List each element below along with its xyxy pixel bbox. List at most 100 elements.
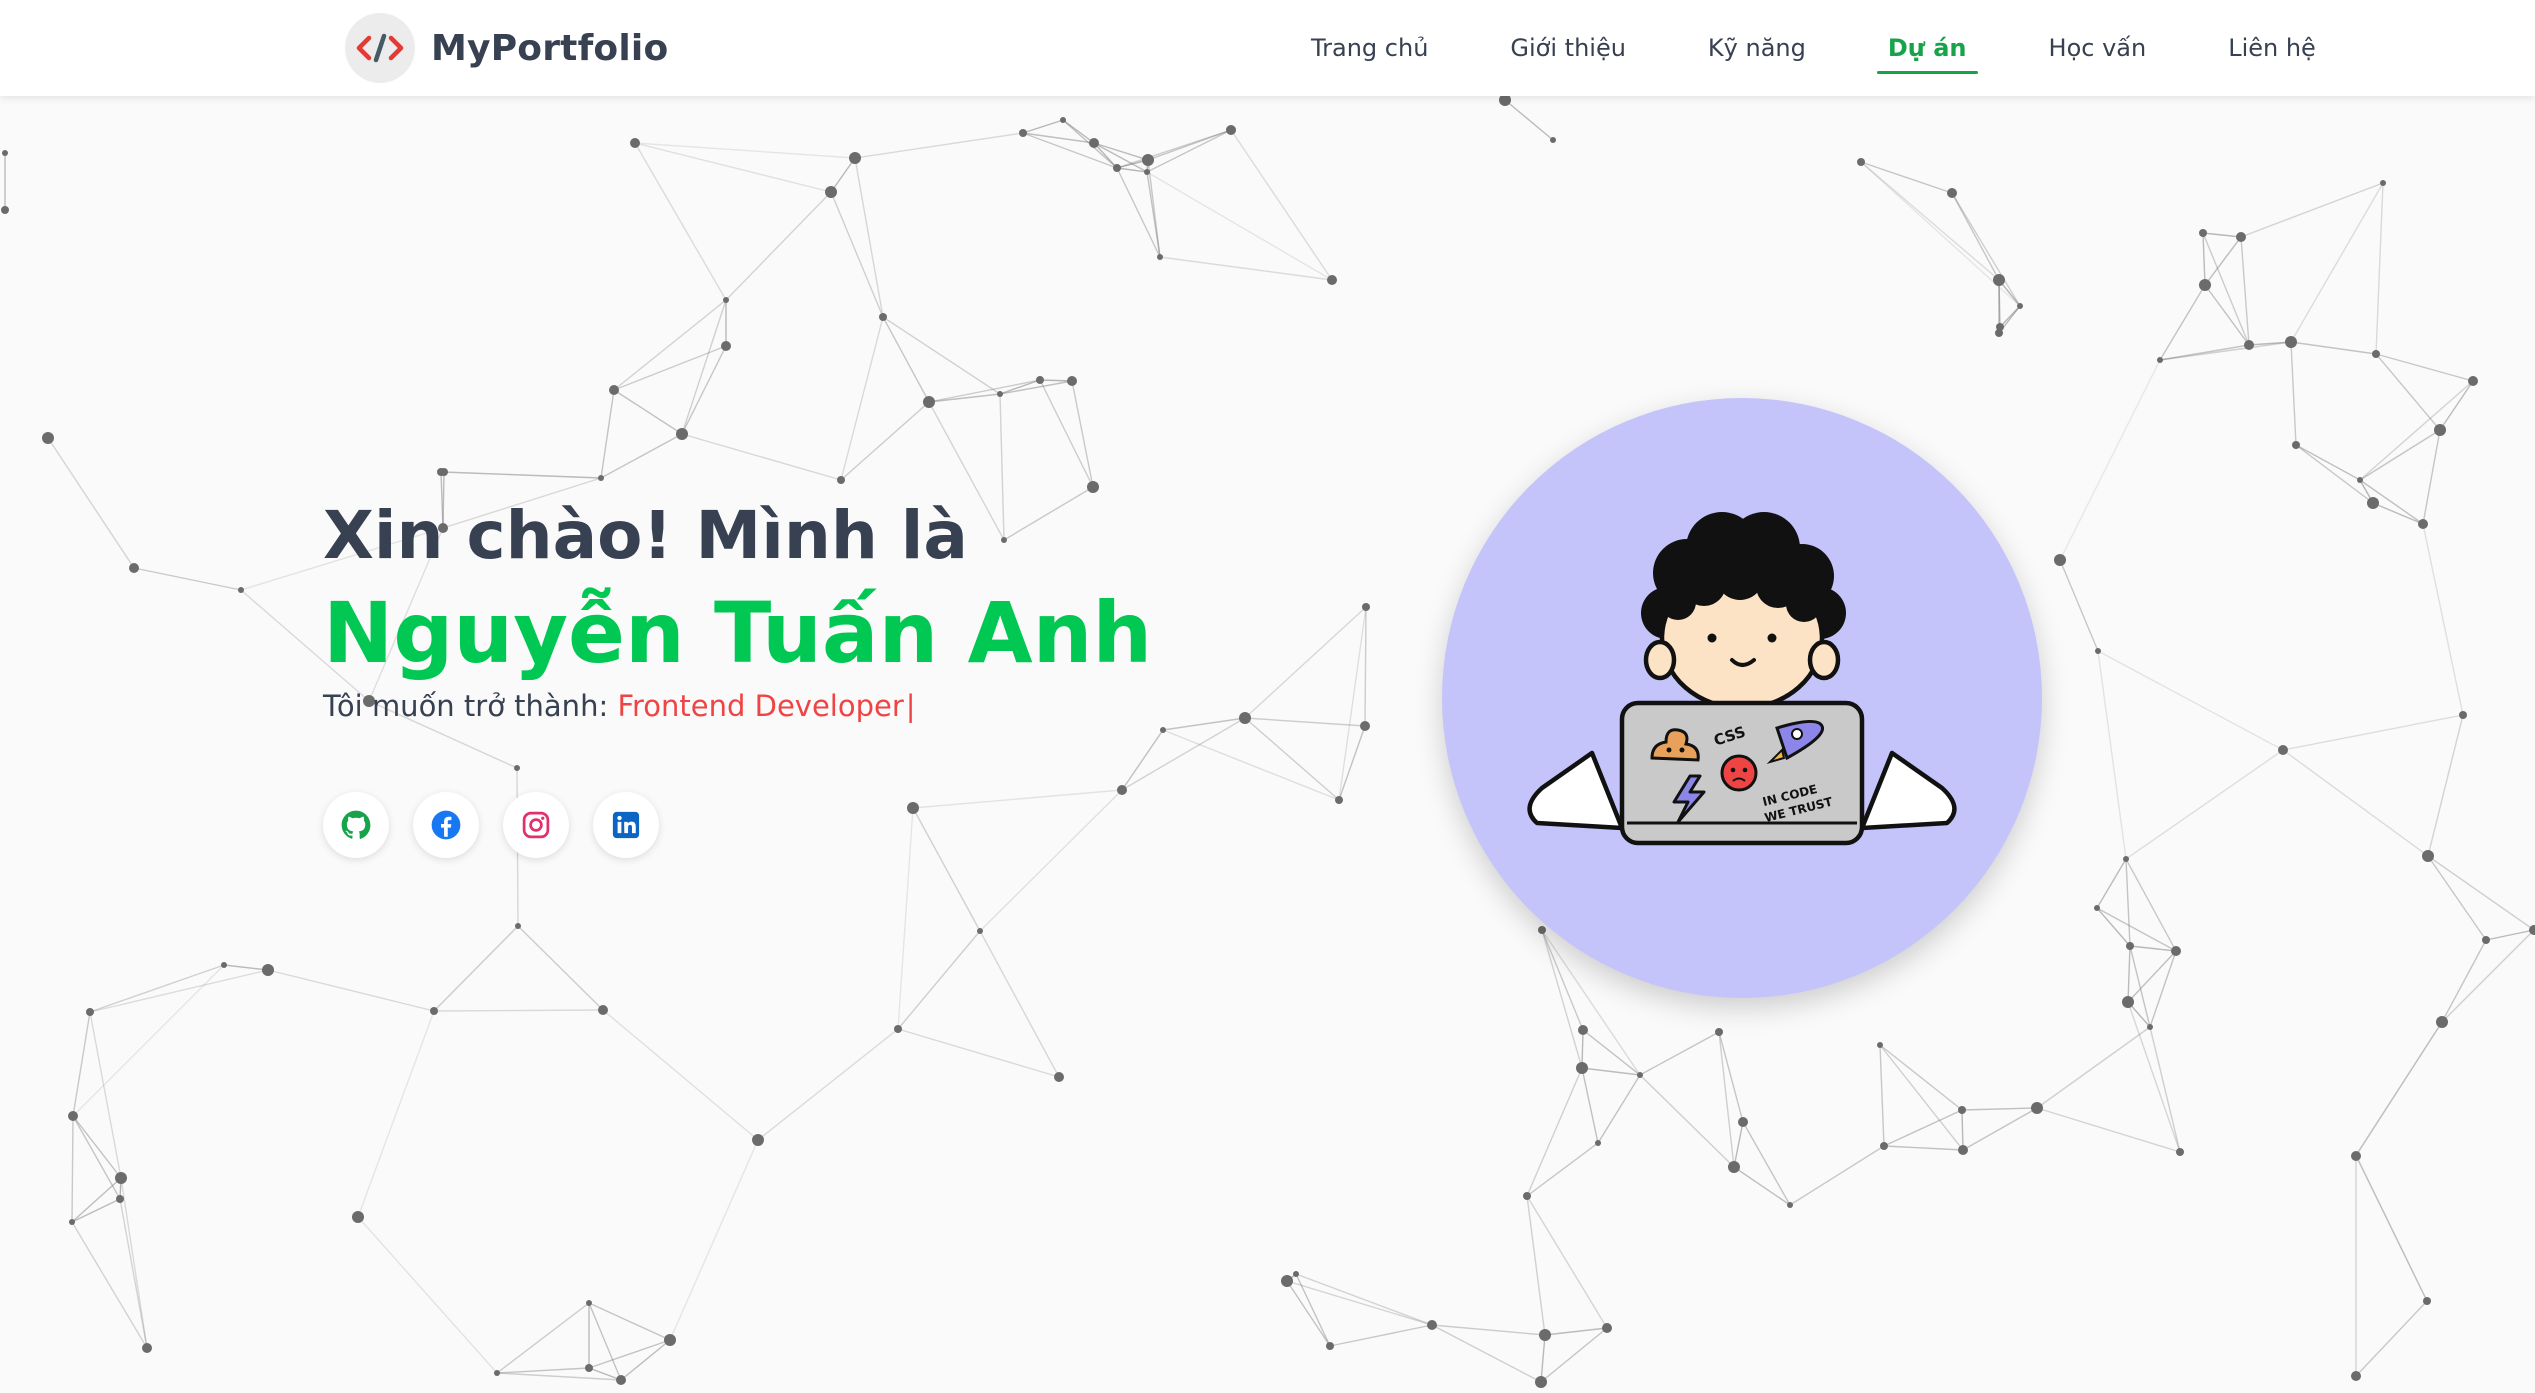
network-node [1326,1342,1334,1350]
network-link [357,1010,435,1218]
nav-item-skills[interactable]: Kỹ năng [1697,28,1817,68]
network-node [2418,519,2428,529]
network-link [2282,714,2464,751]
navbar: MyPortfolio Trang chủ Giới thiệu Kỹ năng… [0,0,2535,96]
network-node [721,341,731,351]
network-link [634,142,727,301]
network-node [2094,905,2100,911]
network-link [1879,1044,1885,1147]
network-node [630,138,640,148]
network-link [1883,1109,1963,1147]
network-node [2285,336,2297,348]
network-link [2097,650,2284,751]
network-link [1329,1324,1433,1347]
network-link [830,191,884,318]
network-node [2468,376,2478,386]
network-link [1860,161,2000,281]
network-node [2031,1102,2043,1114]
network-link [1961,1109,1964,1151]
network-node [1958,1145,1968,1155]
network-link [1364,606,1367,727]
network-node [2122,996,2134,1008]
nav-item-projects[interactable]: Dự án [1876,28,1978,74]
network-link [1582,1029,1641,1076]
nav-item-education[interactable]: Học vấn [2038,28,2158,68]
network-node [1,206,9,214]
network-link [71,1177,122,1223]
network-link [2485,929,2535,941]
network-node [2123,856,2129,862]
network-node [2351,1151,2361,1161]
network-node [598,475,604,481]
network-link [1121,717,1246,791]
network-node [1728,1161,1740,1173]
network-link [681,433,842,481]
network-node [2176,1148,2184,1156]
network-link [2096,907,2131,947]
facebook-icon [431,810,461,840]
network-node [2199,279,2211,291]
network-link [1597,1074,1641,1144]
network-link [2290,341,2297,446]
network-node [586,1300,592,1306]
network-node [115,1172,127,1184]
network-link [1039,379,1094,488]
network-node [1239,712,1251,724]
network-link [2149,1026,2181,1153]
social-links [323,792,659,858]
network-link [89,964,225,1013]
network-link [1286,1280,1331,1347]
network-node [664,1334,676,1346]
network-link [1121,729,1164,791]
network-link [2127,945,2131,1003]
network-node [977,928,983,934]
facebook-button[interactable] [413,792,479,858]
network-node [598,1005,608,1015]
network-node [2054,554,2066,566]
network-link [600,433,683,479]
network-node [609,385,619,395]
network-node [849,152,861,164]
network-node [1142,154,1154,166]
network-link [267,969,435,1012]
network-node [1993,274,2005,286]
network-node [86,1008,94,1016]
code-brackets-icon [356,33,404,63]
github-button[interactable] [323,792,389,858]
hero-name: Nguyễn Tuấn Anh [323,583,1153,682]
network-link [2159,341,2292,361]
network-link [2427,855,2487,941]
github-icon [341,810,371,839]
network-link [1961,1107,2038,1111]
instagram-icon [522,811,550,839]
network-link [602,1009,759,1141]
nav-item-contact[interactable]: Liên hệ [2217,28,2327,68]
network-node [1947,188,1957,198]
network-link [634,142,856,159]
nav-item-about[interactable]: Giới thiệu [1499,28,1637,68]
network-node [1060,117,1066,123]
network-link [1244,606,1367,719]
network-node [2171,946,2181,956]
network-node [1089,138,1099,148]
network-link [1159,256,1333,281]
network-link [2036,1026,2151,1109]
network-link [1581,1067,1641,1076]
network-link [912,789,1123,809]
network-link [89,969,269,1013]
network-link [1733,1121,1744,1168]
linkedin-button[interactable] [593,792,659,858]
brand[interactable]: MyPortfolio [345,13,668,83]
instagram-button[interactable] [503,792,569,858]
developer-avatar-illustration: CSS IN CODE WE TRUST [1527,512,1957,846]
network-node [894,1025,902,1033]
network-link [613,345,727,391]
network-node [907,802,919,814]
network-link [2059,559,2099,652]
network-link [47,437,135,569]
network-node [1787,1202,1793,1208]
network-link [854,132,1024,159]
network-node [1595,1140,1601,1146]
network-link [1860,161,1953,194]
nav-item-home[interactable]: Trang chủ [1300,28,1439,68]
